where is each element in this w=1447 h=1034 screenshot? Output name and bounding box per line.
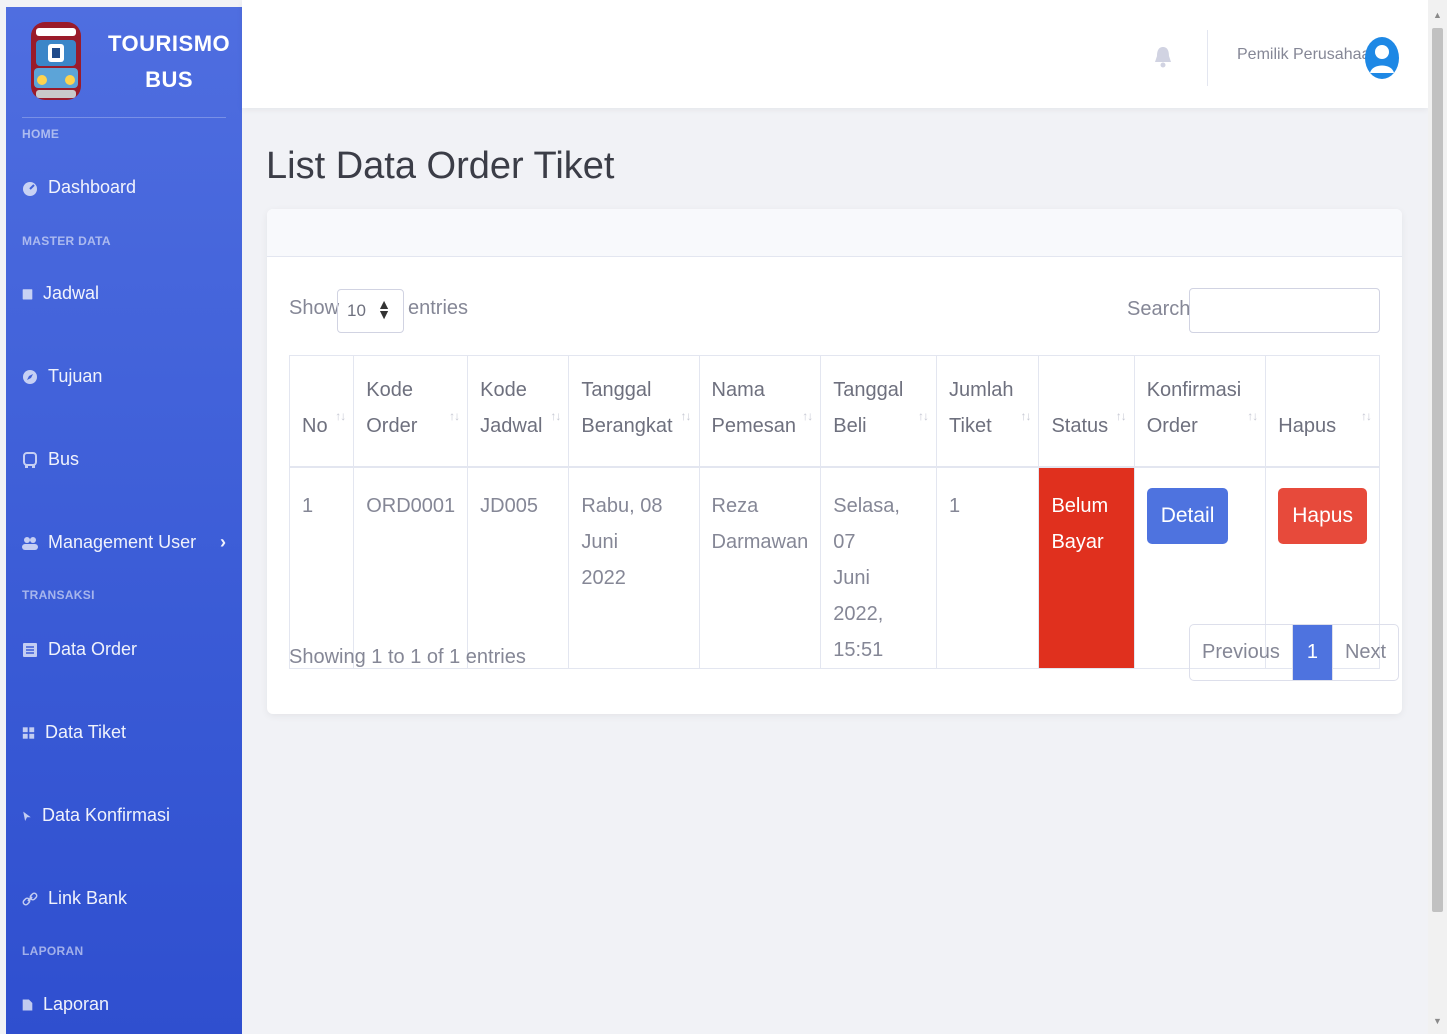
bus-icon bbox=[23, 451, 37, 468]
sidebar-heading-home: HOME bbox=[22, 127, 60, 141]
cell-kode-jadwal: JD005 bbox=[467, 466, 570, 669]
brand-name-line2: BUS bbox=[145, 67, 194, 92]
sidebar-item-label: Management User bbox=[48, 532, 197, 552]
cell-tanggal-berangkat: Rabu, 08 Juni 2022 bbox=[568, 466, 700, 669]
grid-icon bbox=[22, 726, 35, 739]
sidebar-heading-laporan: LAPORAN bbox=[22, 944, 84, 958]
sidebar-item-label: Data Order bbox=[48, 639, 138, 659]
sidebar-item-label: Tujuan bbox=[48, 366, 103, 386]
cell-tanggal-beli: Selasa, 07 Juni 2022, 15:51 bbox=[820, 466, 938, 669]
sort-icon: ↑↓ bbox=[335, 408, 346, 423]
search-input[interactable] bbox=[1189, 288, 1380, 333]
vertical-scrollbar[interactable]: ▲ ▼ bbox=[1428, 0, 1447, 1034]
dashboard-icon bbox=[23, 181, 37, 196]
sort-icon: ↑↓ bbox=[1020, 408, 1031, 423]
entries-label: entries bbox=[408, 297, 469, 319]
entries-length-select[interactable]: 10 ▲ ▼ bbox=[337, 289, 404, 333]
previous-page-button[interactable]: Previous bbox=[1190, 625, 1293, 680]
sort-icon: ↑↓ bbox=[680, 408, 692, 423]
select-arrows-icon: ▲ ▼ bbox=[377, 296, 391, 322]
brand-name-line1: TOURISMO bbox=[108, 31, 231, 56]
sidebar-divider bbox=[22, 117, 226, 118]
cell-jumlah-tiket: 1 bbox=[936, 466, 1040, 669]
scrollbar-thumb[interactable] bbox=[1432, 28, 1443, 912]
topbar-divider bbox=[1207, 30, 1208, 86]
sidebar-item-dashboard[interactable]: Dashboard bbox=[22, 177, 226, 198]
column-header-nama-pemesan[interactable]: Nama Pemesan ↑↓ bbox=[698, 355, 822, 468]
sidebar-item-data-order[interactable]: Data Order bbox=[22, 639, 226, 660]
sidebar-item-label: Jadwal bbox=[43, 283, 100, 303]
sort-icon: ↑↓ bbox=[802, 408, 813, 423]
column-header-kode-order[interactable]: Kode Order ↑↓ bbox=[353, 355, 469, 468]
column-header-hapus[interactable]: Hapus ↑↓ bbox=[1265, 355, 1380, 468]
sort-icon: ↑↓ bbox=[1361, 408, 1372, 423]
sidebar-heading-transaksi: TRANSAKSI bbox=[22, 588, 95, 602]
link-icon bbox=[22, 892, 38, 905]
sidebar-item-label: Data Tiket bbox=[45, 722, 127, 742]
cell-no: 1 bbox=[288, 466, 355, 669]
table-header-row: No ↑↓ Kode Order ↑↓ Kode Jadwal ↑↓ Tanggal Ber… bbox=[288, 355, 1380, 468]
column-header-konfirmasi-order[interactable]: Konfirmasi Order ↑↓ bbox=[1133, 355, 1267, 468]
sidebar-item-label: Laporan bbox=[43, 994, 110, 1014]
sidebar-heading-master: MASTER DATA bbox=[22, 234, 111, 248]
sidebar-item-management-user[interactable]: Management User › bbox=[22, 532, 226, 553]
column-header-status[interactable]: Status ↑↓ bbox=[1038, 355, 1135, 468]
status-badge: Belum Bayar bbox=[1038, 466, 1135, 669]
user-name[interactable]: Pemilik Perusahaan bbox=[1237, 46, 1379, 64]
column-header-no[interactable]: No ↑↓ bbox=[288, 355, 355, 468]
scroll-up-icon[interactable]: ▲ bbox=[1433, 10, 1442, 20]
bell-icon[interactable] bbox=[1154, 46, 1172, 68]
pointer-icon bbox=[23, 811, 31, 821]
list-icon bbox=[23, 642, 37, 657]
sort-icon: ↑↓ bbox=[550, 408, 561, 423]
sidebar-item-label: Bus bbox=[48, 449, 80, 469]
sidebar-item-laporan[interactable]: Laporan bbox=[22, 994, 226, 1015]
show-label: Show bbox=[289, 297, 340, 319]
detail-button[interactable]: Detail bbox=[1146, 487, 1229, 544]
entries-length-value: 10 bbox=[347, 301, 366, 320]
sidebar-item-bus[interactable]: Bus bbox=[22, 449, 226, 470]
sidebar-item-label: Dashboard bbox=[48, 177, 137, 197]
sidebar-item-data-konfirmasi[interactable]: Data Konfirmasi bbox=[22, 805, 226, 826]
table-info: Showing 1 to 1 of 1 entries bbox=[289, 646, 526, 668]
file-icon bbox=[22, 999, 33, 1010]
column-header-tanggal-berangkat[interactable]: Tanggal Berangkat ↑↓ bbox=[568, 355, 700, 468]
sidebar-item-label: Link Bank bbox=[48, 888, 128, 908]
users-icon bbox=[22, 536, 38, 550]
bus-logo-icon bbox=[31, 22, 81, 100]
page-1-button[interactable]: 1 bbox=[1292, 625, 1333, 680]
sidebar-item-label: Data Konfirmasi bbox=[42, 805, 171, 825]
brand[interactable]: TOURISMO BUS bbox=[6, 7, 242, 117]
compass-icon bbox=[23, 369, 37, 384]
avatar[interactable] bbox=[1364, 35, 1400, 81]
scroll-down-icon[interactable]: ▼ bbox=[1433, 1016, 1442, 1026]
column-header-tanggal-beli[interactable]: Tanggal Beli ↑↓ bbox=[820, 355, 938, 468]
card-header bbox=[267, 209, 1402, 257]
page-title: List Data Order Tiket bbox=[266, 145, 615, 187]
sort-icon: ↑↓ bbox=[918, 408, 929, 423]
column-header-jumlah-tiket[interactable]: Jumlah Tiket ↑↓ bbox=[936, 355, 1040, 468]
clipboard-icon bbox=[22, 288, 33, 299]
sidebar: TOURISMO BUS HOME Dashboard MASTER DATA … bbox=[6, 7, 242, 1034]
cell-nama-pemesan: Reza Darmawan bbox=[698, 466, 822, 669]
search-label: Search: bbox=[1127, 298, 1196, 320]
order-table: No ↑↓ Kode Order ↑↓ Kode Jadwal ↑↓ Tanggal Ber… bbox=[288, 355, 1380, 669]
sidebar-item-link-bank[interactable]: Link Bank bbox=[22, 888, 226, 909]
next-page-button[interactable]: Next bbox=[1333, 625, 1398, 680]
sort-icon: ↑↓ bbox=[1247, 408, 1258, 423]
column-header-kode-jadwal[interactable]: Kode Jadwal ↑↓ bbox=[467, 355, 570, 468]
sidebar-item-data-tiket[interactable]: Data Tiket bbox=[22, 722, 226, 743]
sort-icon: ↑↓ bbox=[449, 408, 460, 423]
data-table-card: Show 10 ▲ ▼ entries Search: No ↑↓ Kode Orde… bbox=[267, 209, 1402, 714]
sidebar-item-tujuan[interactable]: Tujuan bbox=[22, 366, 226, 387]
topbar: Pemilik Perusahaan bbox=[242, 0, 1428, 108]
cell-kode-order: ORD0001 bbox=[353, 466, 469, 669]
chevron-right-icon: › bbox=[220, 532, 226, 552]
hapus-button[interactable]: Hapus bbox=[1278, 487, 1367, 544]
pagination: Previous 1 Next bbox=[1189, 624, 1400, 681]
sidebar-item-jadwal[interactable]: Jadwal bbox=[22, 283, 226, 304]
sort-icon: ↑↓ bbox=[1115, 408, 1127, 423]
